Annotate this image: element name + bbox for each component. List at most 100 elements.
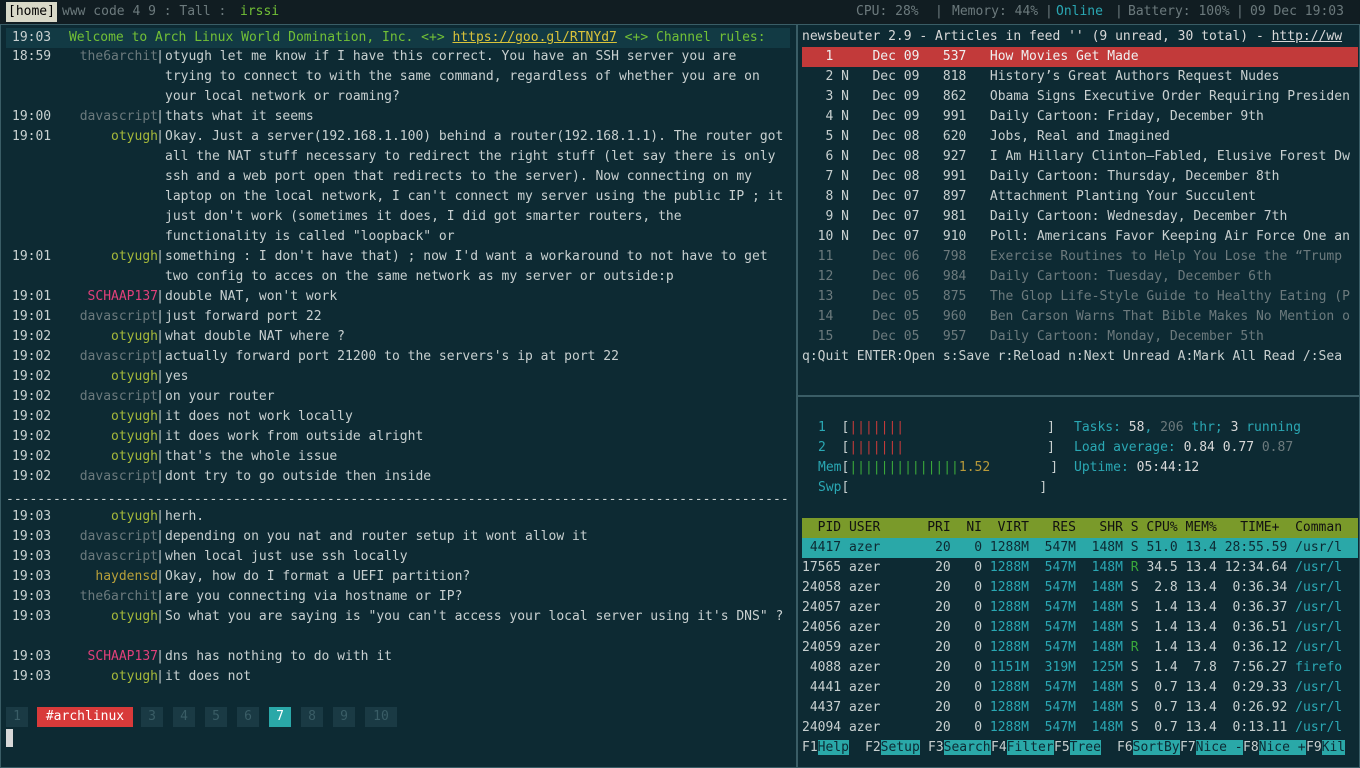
nick[interactable]: davascript [80, 107, 158, 127]
fkey-f8[interactable]: F8Nice + [1243, 738, 1306, 758]
window-tab-7[interactable]: 7 [269, 707, 291, 727]
nick[interactable]: otyugh [111, 667, 158, 687]
nick[interactable]: davascript [80, 547, 158, 567]
process-mem: 13.4 [1185, 700, 1225, 715]
message-text: double NAT, won't work [165, 289, 338, 304]
fkey-f2[interactable]: F2Setup [865, 738, 920, 758]
window-tab-2[interactable]: #archlinux [37, 707, 133, 727]
window-tab-10[interactable]: 10 [365, 707, 397, 727]
feed-url[interactable]: http://ww [1272, 29, 1342, 44]
process-row[interactable]: 4441 azer 20 0 1288M 547M 148M S 0.7 13.… [802, 678, 1358, 698]
window-tab-9[interactable]: 9 [333, 707, 355, 727]
fkey-f3[interactable]: F3Search [928, 738, 991, 758]
nick[interactable]: otyugh [111, 367, 158, 387]
nick[interactable]: SCHAAP137 [88, 647, 158, 667]
window-tab-4[interactable]: 4 [173, 707, 195, 727]
cpu1-label: 1 [818, 420, 826, 435]
article-date: Dec 07 [872, 229, 943, 244]
article-row[interactable]: 12 Dec 06 984 Daily Cartoon: Tuesday, De… [802, 267, 1358, 287]
article-row[interactable]: 1 Dec 09 537 How Movies Get Made [802, 47, 1358, 67]
process-row[interactable]: 24059 azer 20 0 1288M 547M 148M R 1.4 13… [802, 638, 1358, 658]
window-list[interactable]: www code 4 9 : Tall : [62, 2, 226, 22]
process-pid: 4437 [802, 700, 849, 715]
window-tab-3[interactable]: 3 [141, 707, 163, 727]
nick[interactable]: the6archit [80, 587, 158, 607]
article-row[interactable]: 7 N Dec 08 991 Daily Cartoon: Thursday, … [802, 167, 1358, 187]
nick[interactable]: otyugh [111, 447, 158, 467]
fkey-f1[interactable]: F1Help [802, 738, 849, 758]
fkey-label: Search [943, 740, 991, 755]
session-name[interactable]: [home] [6, 2, 57, 22]
fkey-f4[interactable]: F4Filter [991, 738, 1054, 758]
window-tab-8[interactable]: 8 [301, 707, 323, 727]
process-row[interactable]: 4437 azer 20 0 1288M 547M 148M S 0.7 13.… [802, 698, 1358, 718]
nick[interactable]: the6archit [80, 47, 158, 67]
process-priority: 20 [927, 600, 959, 615]
process-row[interactable]: 17565 azer 20 0 1288M 547M 148M R 34.5 1… [802, 558, 1358, 578]
process-shr: 148M [1083, 720, 1131, 735]
article-date: Dec 09 [872, 109, 943, 124]
nick[interactable]: otyugh [111, 327, 158, 347]
fkey-f5[interactable]: F5Tree [1054, 738, 1101, 758]
article-unread-flag: N [841, 69, 873, 84]
nick[interactable]: otyugh [111, 427, 158, 447]
article-row[interactable]: 8 N Dec 07 897 Attachment Planting Your … [802, 187, 1358, 207]
active-window-name[interactable]: irssi [240, 2, 279, 22]
nick-separator: | [156, 129, 164, 144]
message-time: 19:02 [12, 409, 52, 424]
fkey-f6[interactable]: F6SortBy [1117, 738, 1180, 758]
process-row[interactable]: 24058 azer 20 0 1288M 547M 148M S 2.8 13… [802, 578, 1358, 598]
nick[interactable]: davascript [80, 527, 158, 547]
process-res: 547M [1036, 600, 1084, 615]
fkey-f7[interactable]: F7Nice - [1180, 738, 1243, 758]
nick[interactable]: davascript [80, 387, 158, 407]
article-row[interactable]: 14 Dec 05 960 Ben Carson Warns That Bibl… [802, 307, 1358, 327]
process-row[interactable]: 4417 azer 20 0 1288M 547M 148M S 51.0 13… [802, 538, 1358, 558]
input-cursor[interactable] [6, 729, 13, 747]
article-size: 620 [942, 129, 990, 144]
article-date: Dec 07 [872, 189, 943, 204]
process-row[interactable]: 24094 azer 20 0 1288M 547M 148M S 0.7 13… [802, 718, 1358, 738]
fkey-label: Setup [880, 740, 920, 755]
nick[interactable]: haydensd [95, 567, 158, 587]
nick[interactable]: otyugh [111, 247, 158, 267]
nick[interactable]: otyugh [111, 507, 158, 527]
nick[interactable]: davascript [80, 307, 158, 327]
article-date: Dec 09 [872, 89, 943, 104]
nick[interactable]: otyugh [111, 607, 158, 627]
nick[interactable]: davascript [80, 467, 158, 487]
process-shr: 148M [1083, 680, 1131, 695]
process-table-header[interactable]: PID USER PRI NI VIRT RES SHR S CPU% MEM%… [802, 518, 1358, 538]
article-row[interactable]: 11 Dec 06 798 Exercise Routines to Help … [802, 247, 1358, 267]
article-row[interactable]: 5 N Dec 08 620 Jobs, Real and Imagined [802, 127, 1358, 147]
nick[interactable]: davascript [80, 347, 158, 367]
article-row[interactable]: 6 N Dec 08 927 I Am Hillary Clinton—Fabl… [802, 147, 1358, 167]
topic-link[interactable]: https://goo.gl/RTNYd7 [452, 30, 616, 45]
nick[interactable]: otyugh [111, 407, 158, 427]
window-tab-5[interactable]: 5 [205, 707, 227, 727]
article-row[interactable]: 13 Dec 05 875 The Glop Life-Style Guide … [802, 287, 1358, 307]
article-row[interactable]: 3 N Dec 09 862 Obama Signs Executive Ord… [802, 87, 1358, 107]
process-row[interactable]: 24057 azer 20 0 1288M 547M 148M S 1.4 13… [802, 598, 1358, 618]
article-size: 960 [942, 309, 990, 324]
article-row[interactable]: 10 N Dec 07 910 Poll: Americans Favor Ke… [802, 227, 1358, 247]
chat-message: 19:02 otyugh | that's the whole issue [12, 447, 790, 467]
article-row[interactable]: 9 N Dec 07 981 Daily Cartoon: Wednesday,… [802, 207, 1358, 227]
article-row[interactable]: 4 N Dec 09 991 Daily Cartoon: Friday, De… [802, 107, 1358, 127]
nick[interactable]: otyugh [111, 127, 158, 147]
fkey-f9[interactable]: F9Kil [1306, 738, 1346, 758]
process-pid: 4417 [802, 540, 849, 555]
article-row[interactable]: 15 Dec 05 957 Daily Cartoon: Monday, Dec… [802, 327, 1358, 347]
window-tab-1[interactable]: 1 [6, 707, 28, 727]
message-time: 18:59 [12, 49, 52, 64]
window-tab-6[interactable]: 6 [237, 707, 259, 727]
article-number: 4 [802, 109, 842, 124]
message-time: 19:03 [12, 649, 52, 664]
uptime-label: Uptime: [1074, 460, 1137, 475]
article-title: Daily Cartoon: Tuesday, December 6th [989, 269, 1272, 284]
process-row[interactable]: 4088 azer 20 0 1151M 319M 125M S 1.4 7.8… [802, 658, 1358, 678]
article-row[interactable]: 2 N Dec 09 818 History’s Great Authors R… [802, 67, 1358, 87]
process-row[interactable]: 24056 azer 20 0 1288M 547M 148M S 1.4 13… [802, 618, 1358, 638]
nick[interactable]: SCHAAP137 [88, 287, 158, 307]
process-shr: 148M [1083, 560, 1131, 575]
